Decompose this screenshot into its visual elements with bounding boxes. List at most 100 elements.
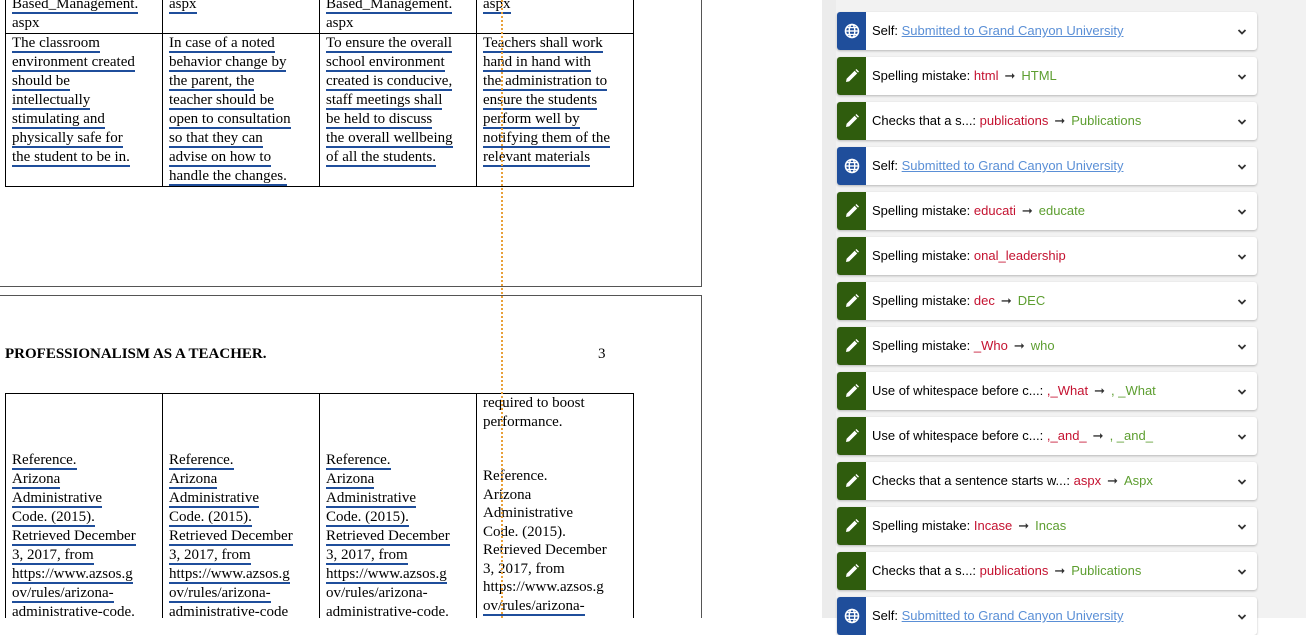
chevron-down-icon[interactable] (1237, 25, 1247, 35)
panel-scroll-gutter[interactable] (822, 0, 836, 618)
table-cell: Reference. Arizona Administrative Code. … (319, 393, 477, 618)
error-text: ,_and_ (1046, 428, 1087, 443)
suggestion-label: Checks that a s...: (872, 113, 977, 128)
pencil-icon (837, 57, 866, 95)
suggestion-text: Self: Submitted to Grand Canyon Universi… (872, 608, 1123, 623)
chevron-down-icon[interactable] (1237, 565, 1247, 575)
suggestion-card[interactable]: Checks that a s...: publications ➞ Publica… (837, 102, 1257, 140)
cell-line: 3, 2017, from (169, 547, 251, 565)
cell-line: Administrative (12, 490, 102, 508)
source-link[interactable]: Submitted to Grand Canyon University (902, 608, 1124, 623)
suggestion-label: Checks that a sentence starts w...: (872, 473, 1070, 488)
chevron-down-icon[interactable] (1237, 475, 1247, 485)
table-cell: Reference. Arizona Administrative Code. … (5, 393, 163, 618)
source-match-card[interactable]: Self: Submitted to Grand Canyon Universi… (837, 12, 1257, 50)
error-text: _Who (973, 338, 1008, 353)
chevron-down-icon[interactable] (1237, 385, 1247, 395)
cell-line: To ensure the overall (326, 34, 452, 53)
suggestion-card[interactable]: Spelling mistake: html ➞ HTML (837, 57, 1257, 95)
suggestion-card[interactable]: Use of whitespace before c...: ,_and_ ➞ , … (837, 417, 1257, 455)
cell-line: intellectually (12, 91, 91, 110)
suggestion-label: Use of whitespace before c...: (872, 383, 1044, 398)
chevron-down-icon[interactable] (1237, 250, 1247, 260)
cell-line: Administrative (483, 505, 573, 521)
chevron-down-icon[interactable] (1237, 115, 1247, 125)
cell-text: aspx (326, 15, 354, 31)
chevron-down-icon[interactable] (1237, 205, 1247, 215)
chevron-down-icon[interactable] (1237, 430, 1247, 440)
suggestion-card[interactable]: Spelling mistake: dec ➞ DEC (837, 282, 1257, 320)
source-match-card[interactable]: Self: Submitted to Grand Canyon Universi… (837, 597, 1257, 635)
chevron-down-icon[interactable] (1237, 520, 1247, 530)
replacement-text[interactable]: , _What (1111, 383, 1156, 398)
table-row: Based_Management. aspx aspx Based_Manage… (5, 0, 634, 33)
replacement-text[interactable]: HTML (1021, 68, 1056, 83)
chevron-down-icon[interactable] (1237, 70, 1247, 80)
table-cell: The classroom environment created should… (5, 32, 163, 187)
suggestion-text: Spelling mistake: educati ➞ educate (872, 203, 1085, 219)
suggestion-card[interactable]: Use of whitespace before c...: ,_What ➞ , … (837, 372, 1257, 410)
cell-text: aspx (483, 0, 511, 14)
replacement-text[interactable]: who (1031, 338, 1055, 353)
cell-line: Retrieved December (326, 528, 450, 546)
cell-text: Based_Management. (326, 0, 453, 14)
suggestion-text: Spelling mistake: _Who ➞ who (872, 338, 1055, 354)
suggestion-card[interactable]: Spelling mistake: onal_leadership (837, 237, 1257, 275)
source-match-card[interactable]: Self: Submitted to Grand Canyon Universi… (837, 147, 1257, 185)
cell-line: https://www.azsos.g (483, 579, 604, 595)
table-cell: Based_Management. aspx (5, 0, 163, 33)
source-link[interactable]: Submitted to Grand Canyon University (902, 158, 1124, 173)
arrow-right-icon: ➞ (1021, 203, 1033, 218)
replacement-text[interactable]: Aspx (1124, 473, 1153, 488)
cell-line: be held to discuss (326, 110, 433, 129)
suggestion-label: Spelling mistake: (872, 293, 971, 308)
arrow-right-icon: ➞ (1054, 563, 1066, 578)
suggestion-text: Spelling mistake: html ➞ HTML (872, 68, 1057, 84)
replacement-text[interactable]: Publications (1071, 563, 1141, 578)
arrow-right-icon: ➞ (1094, 383, 1105, 398)
cell-line: stimulating and (12, 110, 105, 129)
cell-line: https://www.azsos.g (12, 566, 133, 584)
suggestion-card[interactable]: Spelling mistake: educati ➞ educate (837, 192, 1257, 230)
replacement-text[interactable]: , _and_ (1110, 428, 1153, 443)
cell-line: should be (12, 72, 70, 91)
suggestion-card[interactable]: Spelling mistake: Incase ➞ Incas (837, 507, 1257, 545)
replacement-text[interactable]: Incas (1035, 518, 1066, 533)
page-top-edge (0, 295, 702, 296)
cell-line: Arizona (483, 486, 532, 503)
cell-line: https://www.azsos.g (169, 566, 290, 584)
chevron-down-icon[interactable] (1237, 610, 1247, 620)
replacement-text[interactable]: educate (1039, 203, 1085, 218)
cell-line: school environment (326, 53, 445, 72)
globe-icon (837, 597, 866, 635)
suggestion-card[interactable]: Checks that a sentence starts w...: aspx… (837, 462, 1257, 500)
error-text: aspx (1073, 473, 1102, 488)
pencil-icon (837, 372, 866, 410)
replacement-text[interactable]: DEC (1018, 293, 1045, 308)
top-table: Based_Management. aspx aspx Based_Manage… (5, 0, 634, 187)
cell-line: 3, 2017, from (12, 547, 94, 565)
cell-line: the parent, the (169, 72, 255, 91)
replacement-text[interactable]: Publications (1071, 113, 1141, 128)
cell-line: ov/rules/arizona- (169, 585, 271, 603)
source-link[interactable]: Submitted to Grand Canyon University (902, 23, 1124, 38)
suggestion-card[interactable]: Checks that a s...: publications ➞ Publica… (837, 552, 1257, 590)
cell-line: ov/rules/arizona- (326, 585, 428, 601)
page-number: 3 (598, 346, 606, 362)
suggestion-label: Self: (872, 608, 899, 623)
cell-line: of all the students. (326, 148, 436, 167)
cell-text: Based_Management. (12, 0, 139, 14)
bottom-table: Reference. Arizona Administrative Code. … (5, 393, 634, 618)
chevron-down-icon[interactable] (1237, 340, 1247, 350)
cell-line: required to boost (483, 395, 585, 411)
chevron-down-icon[interactable] (1237, 295, 1247, 305)
cell-line: Arizona (12, 471, 61, 489)
chevron-down-icon[interactable] (1237, 160, 1247, 170)
cell-line: so that they can (169, 129, 263, 148)
suggestion-card[interactable]: Spelling mistake: _Who ➞ who (837, 327, 1257, 365)
error-text: Incase (973, 518, 1013, 533)
pencil-icon (837, 417, 866, 455)
cell-line: Administrative (169, 490, 259, 508)
cell-line: Reference. (326, 452, 391, 470)
globe-icon (837, 12, 866, 50)
